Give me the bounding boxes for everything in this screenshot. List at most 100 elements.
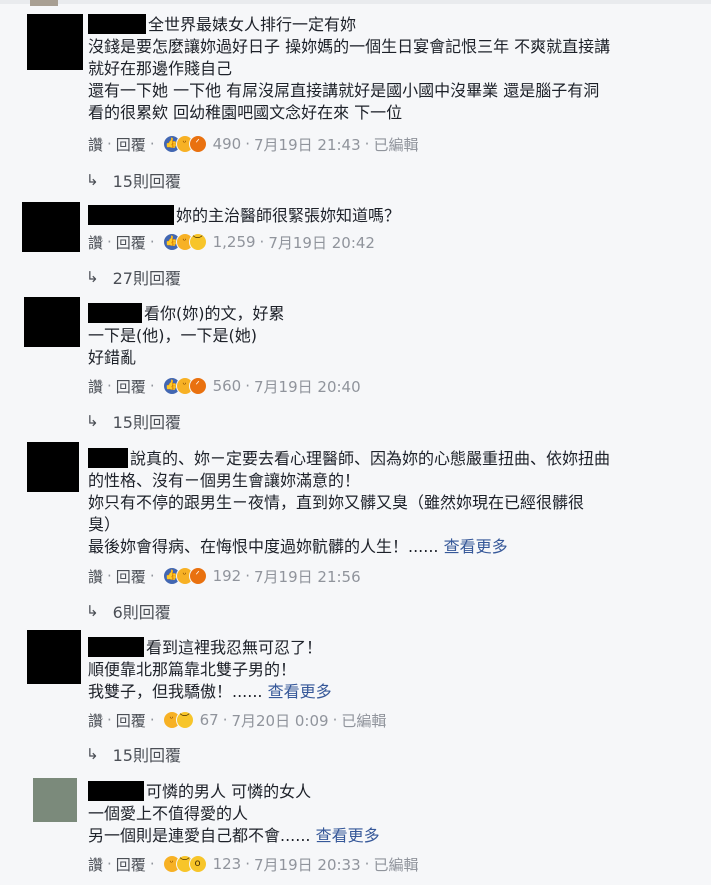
reaction-summary[interactable]: 👍 ᵕ ᐟ [162,377,207,395]
edited-label[interactable]: 已編輯 [341,710,386,731]
like-button[interactable]: 讚 [88,566,103,587]
reaction-summary[interactable]: ᵕ ︶ o [162,855,207,873]
reply-arrow-icon: ↳ [86,745,99,763]
comment-thread: 全世界最婊女人排行一定有妳 沒錢是要怎麼讓妳過好日子 操妳媽的一個生日宴會記恨三… [0,0,711,885]
avatar[interactable] [27,630,81,684]
timestamp[interactable]: 7月19日 21:43 [254,134,361,155]
view-replies-link[interactable]: ↳ 15則回覆 [86,409,181,433]
view-replies-link[interactable]: ↳ 27則回覆 [86,265,181,289]
comment-text: 妳只有不停的跟男生ㄧ夜情，直到妳又髒又臭（雖然妳現在已經很髒很 [88,493,585,512]
see-more-link[interactable]: 查看更多 [444,537,508,556]
reply-arrow-icon: ↳ [86,412,99,430]
view-replies-link[interactable]: ↳ 15則回覆 [86,168,181,192]
comment-body: 可憐的男人 可憐的女人 一個愛上不值得愛的人 另一個則是連愛自己都不會.....… [88,781,681,847]
reaction-summary[interactable]: ᵕ ︶ [162,711,194,729]
timestamp[interactable]: 7月19日 20:40 [254,376,361,397]
reply-arrow-icon: ↳ [86,171,99,189]
view-replies-link[interactable]: ↳ 6則回覆 [86,599,171,623]
commenter-name[interactable] [88,781,144,801]
avatar[interactable] [24,297,80,347]
reaction-count[interactable]: 560 [213,377,242,395]
reaction-count[interactable]: 123 [213,855,242,873]
comment-text: 看的很累欸 回幼稚園吧國文念好在來 下一位 [88,103,403,122]
reply-button[interactable]: 回覆 [116,232,146,253]
sad-reaction-icon: ︶ [188,233,207,251]
like-button[interactable]: 讚 [88,232,103,253]
comment-text: 還有一下她 一下他 有屌沒屌直接講就好是國小國中沒畢業 還是腦子有洞 [88,81,600,100]
reaction-count[interactable]: 192 [213,567,242,585]
avatar[interactable] [30,0,58,6]
replies-count[interactable]: 6則回覆 [113,599,171,623]
commenter-name[interactable] [88,637,144,657]
comment-text: 順便靠北那篇靠北雙子男的！ [88,660,297,679]
comment-text: 看你(妳)的文，好累 [144,304,285,323]
comment-body: 全世界最婊女人排行一定有妳 沒錢是要怎麼讓妳過好日子 操妳媽的一個生日宴會記恨三… [88,14,681,124]
timestamp[interactable]: 7月19日 20:42 [268,232,375,253]
comment-text: 可憐的男人 可憐的女人 [146,782,312,801]
comment-meta: 讚 · 回覆 · 👍 ᵕ ᐟ 560 · 7月19日 20:40 [88,376,361,397]
view-replies-link[interactable]: ↳ 15則回覆 [86,742,181,766]
comment-body: 妳的主治醫師很緊張妳知道嗎？ [88,205,681,227]
replies-count[interactable]: 15則回覆 [113,742,181,766]
comment-meta: 讚 · 回覆 · ᵕ ︶ o 123 · 7月19日 20:33 · 已編輯 [88,854,419,875]
reaction-summary[interactable]: 👍 ᵕ ᐟ [162,567,207,585]
comment-text: 的性格、沒有ㄧ個男生會讓妳滿意的！ [88,471,361,490]
see-more-link[interactable]: 查看更多 [268,682,332,701]
comment-text: 我雙子，但我驕傲！...... [88,682,263,701]
comment-text: 看到這裡我忍無可忍了！ [146,638,323,657]
reaction-count[interactable]: 67 [200,711,219,729]
angry-reaction-icon: ᐟ [188,135,207,153]
comment-text: 一下是(他)，一下是(她) [88,326,257,345]
edited-label[interactable]: 已編輯 [373,854,418,875]
reply-button[interactable]: 回覆 [116,854,146,875]
reaction-summary[interactable]: 👍 ᵕ ︶ [162,233,207,251]
reply-button[interactable]: 回覆 [116,376,146,397]
replies-count[interactable]: 15則回覆 [113,409,181,433]
reply-arrow-icon: ↳ [86,268,99,286]
angry-reaction-icon: ᐟ [188,567,207,585]
comment-meta: 讚 · 回覆 · 👍 ᵕ ᐟ 490 · 7月19日 21:43 · 已編輯 [88,134,419,155]
reply-button[interactable]: 回覆 [116,134,146,155]
avatar[interactable] [27,14,83,70]
commenter-name[interactable] [88,205,174,225]
comment-meta: 讚 · 回覆 · 👍 ᵕ ︶ 1,259 · 7月19日 20:42 [88,232,375,253]
timestamp[interactable]: 7月20日 0:09 [231,710,328,731]
comment-text: 就好在那邊作賤自己 [88,59,233,78]
like-button[interactable]: 讚 [88,376,103,397]
commenter-name[interactable] [88,14,146,34]
edited-label[interactable]: 已編輯 [373,134,418,155]
angry-reaction-icon: ᐟ [188,377,207,395]
reaction-count[interactable]: 490 [213,135,242,153]
comment-text: 臭） [88,515,121,534]
reply-button[interactable]: 回覆 [116,566,146,587]
comment-meta: 讚 · 回覆 · ᵕ ︶ 67 · 7月20日 0:09 · 已編輯 [88,710,387,731]
like-button[interactable]: 讚 [88,854,103,875]
see-more-link[interactable]: 查看更多 [316,826,380,845]
reaction-summary[interactable]: 👍 ᵕ ᐟ [162,135,207,153]
commenter-name[interactable] [88,303,142,323]
top-divider [0,0,711,4]
reply-button[interactable]: 回覆 [116,710,146,731]
comment-text: 好錯亂 [88,348,137,367]
avatar[interactable] [33,778,77,822]
wow-reaction-icon: o [188,855,207,873]
avatar[interactable] [22,202,80,252]
avatar[interactable] [27,442,79,492]
comment-body: 說真的、妳ㄧ定要去看心理醫師、因為妳的心態嚴重扭曲、依妳扭曲 的性格、沒有ㄧ個男… [88,448,681,558]
comment-text: 妳的主治醫師很緊張妳知道嗎？ [176,206,401,225]
timestamp[interactable]: 7月19日 21:56 [254,566,361,587]
like-button[interactable]: 讚 [88,134,103,155]
comment-text: 沒錢是要怎麼讓妳過好日子 操妳媽的一個生日宴會記恨三年 不爽就直接講 [88,37,611,56]
comment-meta: 讚 · 回覆 · 👍 ᵕ ᐟ 192 · 7月19日 21:56 [88,566,361,587]
replies-count[interactable]: 27則回覆 [113,265,181,289]
reply-arrow-icon: ↳ [86,602,99,620]
reaction-count[interactable]: 1,259 [213,233,256,251]
commenter-name[interactable] [88,448,128,468]
comment-body: 看到這裡我忍無可忍了！ 順便靠北那篇靠北雙子男的！ 我雙子，但我驕傲！.....… [88,637,681,703]
timestamp[interactable]: 7月19日 20:33 [254,854,361,875]
comment-text: 另一個則是連愛自己都不會...... [88,826,311,845]
like-button[interactable]: 讚 [88,710,103,731]
comment-text: 說真的、妳ㄧ定要去看心理醫師、因為妳的心態嚴重扭曲、依妳扭曲 [130,449,611,468]
replies-count[interactable]: 15則回覆 [113,168,181,192]
comment-body: 看你(妳)的文，好累 一下是(他)，一下是(她) 好錯亂 [88,303,681,369]
